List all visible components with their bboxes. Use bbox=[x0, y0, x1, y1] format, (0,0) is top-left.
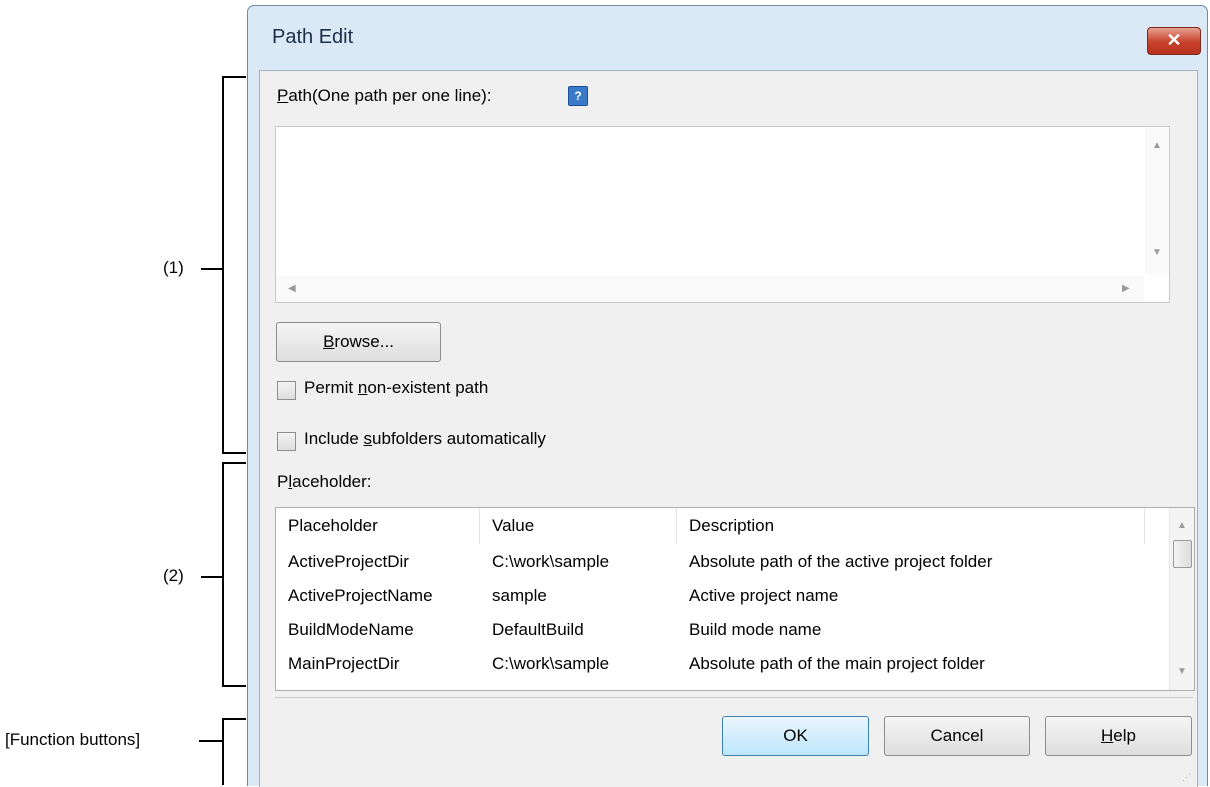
path-horizontal-scrollbar[interactable]: ◀ ▶ bbox=[276, 276, 1144, 302]
browse-button[interactable]: Browse... bbox=[276, 322, 441, 362]
include-subfolders-checkbox[interactable] bbox=[277, 432, 296, 451]
bracket-function-buttons-top bbox=[222, 718, 246, 720]
row-placeholder: BuildModeName bbox=[288, 620, 414, 639]
row-description: Active project name bbox=[689, 586, 839, 605]
row-description: Absolute path of the main project folder bbox=[689, 654, 985, 673]
separator bbox=[275, 697, 1193, 698]
table-vertical-scrollbar[interactable]: ▲ ▼ bbox=[1169, 508, 1194, 690]
scroll-right-icon[interactable]: ▶ bbox=[1122, 283, 1130, 294]
path-edit-dialog: Path Edit ✕ Path(One path per one line):… bbox=[247, 5, 1208, 787]
dialog-client-area: Path(One path per one line): ? ▲ ▼ ◀ ▶ B… bbox=[259, 70, 1198, 787]
row-value: C:\work\sample bbox=[492, 654, 610, 673]
close-button[interactable]: ✕ bbox=[1147, 27, 1201, 55]
row-description: Build mode name bbox=[689, 620, 822, 639]
scroll-down-icon[interactable]: ▼ bbox=[1177, 666, 1187, 677]
scrollbar-thumb[interactable] bbox=[1173, 540, 1192, 568]
column-header-placeholder[interactable]: Placeholder bbox=[276, 508, 480, 544]
row-placeholder: ActiveProjectName bbox=[288, 586, 433, 605]
callout-line-2 bbox=[201, 576, 223, 578]
column-header-value[interactable]: Value bbox=[480, 508, 677, 544]
permit-non-existent-path-label: Permit non-existent path bbox=[304, 378, 489, 397]
scroll-up-icon[interactable]: ▲ bbox=[1152, 140, 1162, 151]
bracket-function-buttons bbox=[222, 718, 224, 785]
row-description: Absolute path of the active project fold… bbox=[689, 552, 993, 571]
include-subfolders-label: Include subfolders automatically bbox=[304, 429, 546, 448]
column-header-description[interactable]: Description bbox=[677, 508, 1145, 544]
ok-button[interactable]: OK bbox=[722, 716, 869, 756]
placeholder-label: Placeholder: bbox=[277, 472, 372, 491]
row-placeholder: ActiveProjectDir bbox=[288, 552, 409, 571]
scroll-down-icon[interactable]: ▼ bbox=[1152, 247, 1162, 258]
dialog-title: Path Edit bbox=[272, 26, 354, 48]
bracket-area-1 bbox=[222, 76, 224, 453]
bracket-area-2-bottom bbox=[222, 685, 246, 687]
help-icon[interactable]: ? bbox=[568, 86, 588, 106]
scroll-up-icon[interactable]: ▲ bbox=[1177, 520, 1187, 531]
placeholder-table[interactable]: Placeholder Value Description ActiveProj… bbox=[275, 507, 1195, 691]
row-value: sample bbox=[492, 586, 547, 605]
scroll-left-icon[interactable]: ◀ bbox=[288, 283, 296, 294]
path-textarea[interactable]: ▲ ▼ ◀ ▶ bbox=[275, 126, 1170, 303]
callout-area-2: (2) bbox=[163, 566, 184, 585]
cancel-button[interactable]: Cancel bbox=[884, 716, 1030, 756]
callout-line-3 bbox=[199, 740, 223, 742]
bracket-area-2-top bbox=[222, 462, 246, 464]
row-value: DefaultBuild bbox=[492, 620, 584, 639]
callout-line-1 bbox=[201, 268, 223, 270]
row-value: C:\work\sample bbox=[492, 552, 610, 571]
size-grip-icon[interactable]: ⋰ bbox=[1182, 772, 1194, 784]
bracket-area-2 bbox=[222, 462, 224, 687]
bracket-area-1-top bbox=[222, 76, 246, 78]
path-vertical-scrollbar[interactable]: ▲ ▼ bbox=[1145, 127, 1169, 275]
row-placeholder: MainProjectDir bbox=[288, 654, 400, 673]
help-button[interactable]: Help bbox=[1045, 716, 1192, 756]
permit-non-existent-path-checkbox[interactable] bbox=[277, 381, 296, 400]
callout-function-buttons: [Function buttons] bbox=[5, 730, 141, 749]
close-icon: ✕ bbox=[1166, 30, 1182, 50]
callout-area-1: (1) bbox=[163, 258, 184, 277]
bracket-area-1-bottom bbox=[222, 452, 246, 454]
path-label: Path(One path per one line): bbox=[277, 86, 492, 105]
